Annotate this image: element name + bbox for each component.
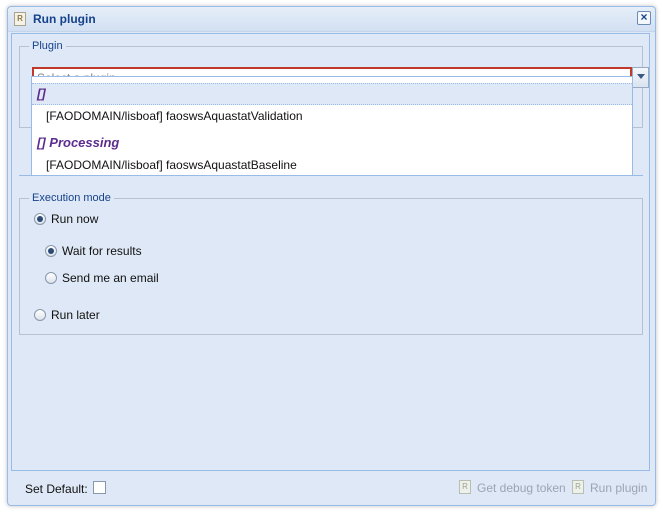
get-debug-token-label: Get debug token	[477, 481, 566, 495]
plugin-option[interactable]: [FAODOMAIN/lisboaf] faoswsAquastatBaseli…	[32, 155, 632, 175]
send-email-label[interactable]: Send me an email	[62, 271, 159, 285]
run-now-radio[interactable]	[34, 213, 46, 225]
plugin-legend: Plugin	[29, 39, 66, 53]
run-plugin-icon: R	[572, 480, 584, 494]
execution-mode-fieldset: Execution mode Run now Wait for results …	[19, 191, 643, 335]
close-icon[interactable]: ×	[637, 11, 651, 25]
group-header: []	[32, 83, 632, 105]
run-now-label[interactable]: Run now	[51, 212, 98, 226]
plugin-icon: R	[14, 12, 26, 26]
dialog-title: Run plugin	[33, 12, 96, 26]
debug-token-icon: R	[459, 480, 471, 494]
set-default-checkbox[interactable]	[93, 481, 106, 494]
group-header: [] Processing	[37, 135, 120, 150]
send-email-radio[interactable]	[45, 272, 57, 284]
chevron-down-icon	[637, 74, 645, 79]
run-later-radio[interactable]	[34, 309, 46, 321]
dialog-footer: Set Default: R Get debug token R Run plu…	[11, 475, 650, 501]
plugin-dropdown-trigger[interactable]	[632, 67, 649, 88]
wait-for-results-label[interactable]: Wait for results	[62, 244, 142, 258]
plugin-option[interactable]: [FAODOMAIN/lisboaf] faoswsAquastatValida…	[32, 106, 632, 126]
execution-mode-legend: Execution mode	[29, 191, 114, 205]
plugin-dropdown-list: [] [FAODOMAIN/lisboaf] faoswsAquastatVal…	[31, 76, 633, 176]
set-default-label: Set Default:	[25, 482, 88, 496]
wait-for-results-radio[interactable]	[45, 245, 57, 257]
run-later-label[interactable]: Run later	[51, 308, 100, 322]
dialog-titlebar[interactable]: R Run plugin ×	[8, 7, 655, 32]
run-plugin-label: Run plugin	[590, 481, 648, 495]
